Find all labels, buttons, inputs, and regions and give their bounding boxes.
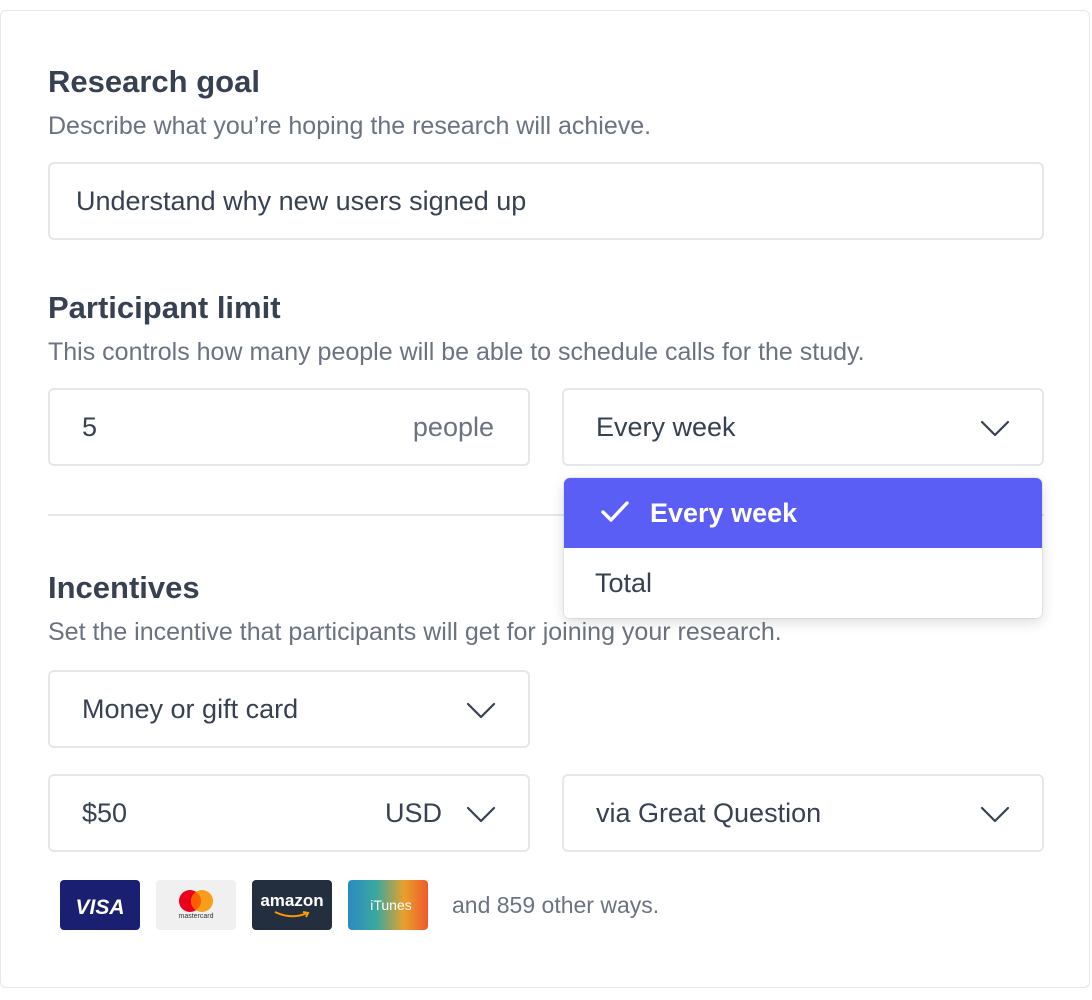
chevron-down-icon[interactable] — [466, 806, 496, 824]
visa-logo: VISA — [60, 880, 140, 930]
mastercard-circles-icon — [179, 890, 213, 912]
incentives-title: Incentives — [48, 570, 200, 605]
frequency-dropdown-menu: Every week Total — [564, 478, 1042, 618]
dropdown-option-label: Total — [595, 567, 653, 598]
currency-select-label[interactable]: USD — [385, 798, 442, 829]
incentive-provider-select[interactable]: via Great Question — [562, 774, 1044, 852]
research-goal-input[interactable]: Understand why new users signed up — [48, 162, 1044, 240]
itunes-logo: iTunes — [348, 880, 428, 930]
research-goal-title: Research goal — [48, 64, 260, 99]
chevron-down-icon — [980, 806, 1010, 823]
participant-limit-title: Participant limit — [48, 290, 281, 325]
amazon-smile-icon — [274, 911, 310, 918]
research-goal-input-value: Understand why new users signed up — [76, 185, 527, 216]
amazon-logo: amazon — [252, 880, 332, 930]
incentive-amount-input[interactable]: $50 USD — [48, 774, 530, 852]
incentive-type-value: Money or gift card — [82, 693, 299, 724]
chevron-down-icon — [980, 420, 1010, 437]
chevron-down-icon — [466, 702, 496, 719]
participant-count-unit: people — [412, 411, 494, 442]
dropdown-option-every-week[interactable]: Every week — [564, 478, 1042, 548]
frequency-select[interactable]: Every week — [562, 388, 1044, 466]
participant-limit-description: This controls how many people will be ab… — [48, 338, 865, 366]
mastercard-logo: mastercard — [156, 880, 236, 930]
dropdown-option-total[interactable]: Total — [564, 548, 1042, 618]
participant-count-value: 5 — [82, 411, 98, 442]
check-icon — [601, 501, 629, 522]
incentives-description: Set the incentive that participants will… — [48, 618, 782, 646]
other-ways-text: and 859 other ways. — [452, 892, 660, 918]
incentive-type-select[interactable]: Money or gift card — [48, 670, 530, 748]
incentive-amount-value: $50 — [82, 797, 128, 828]
incentive-provider-value: via Great Question — [596, 797, 822, 828]
dropdown-option-label: Every week — [650, 497, 798, 528]
frequency-selected-value: Every week — [596, 411, 736, 442]
participant-count-input[interactable]: 5 people — [48, 388, 530, 466]
research-goal-description: Describe what you’re hoping the research… — [48, 112, 652, 140]
